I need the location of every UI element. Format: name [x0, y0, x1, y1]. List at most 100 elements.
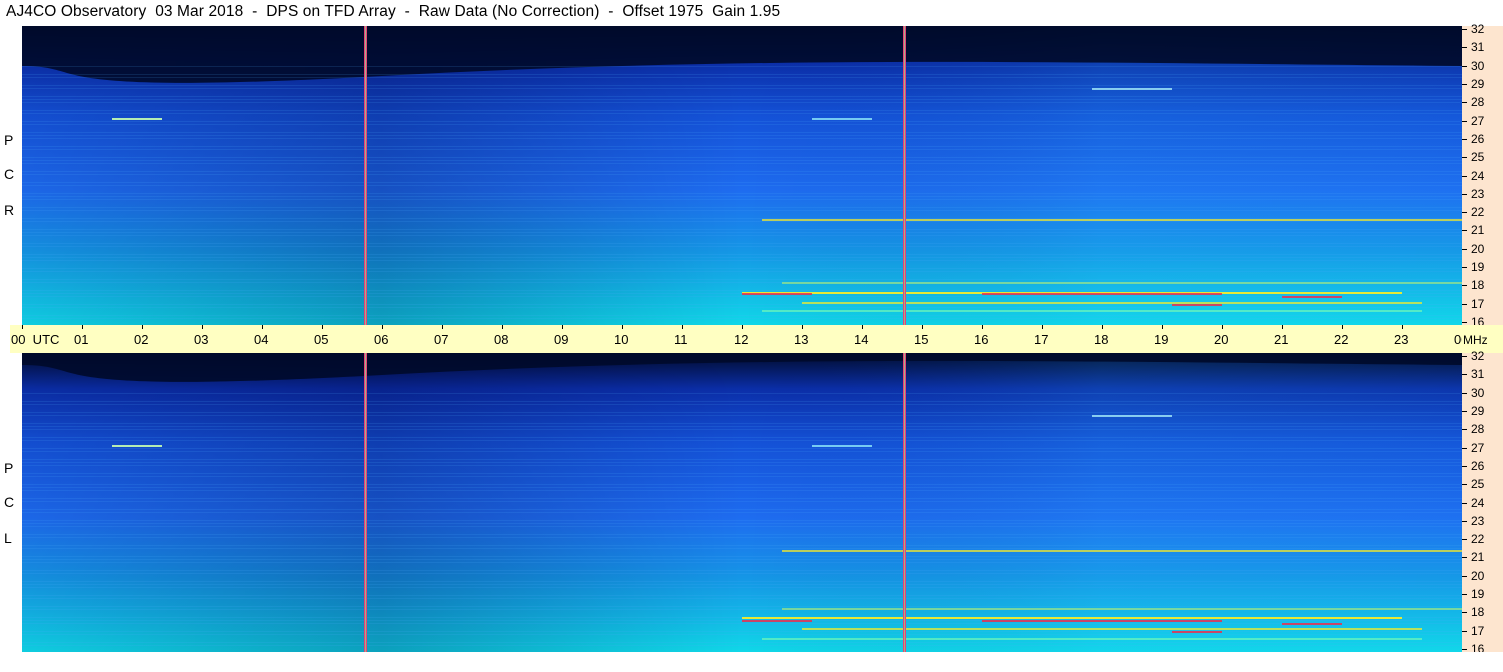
utc-tick	[1402, 325, 1403, 329]
mhz-tick	[1462, 65, 1467, 67]
utc-tick	[682, 325, 683, 329]
spectral-line	[22, 437, 1462, 438]
interference-strip	[1092, 88, 1172, 90]
mhz-tick	[1462, 29, 1467, 30]
spectral-line	[22, 268, 1462, 269]
mhz-tick	[1462, 83, 1467, 85]
spectral-line	[22, 185, 1462, 186]
spectral-line	[22, 548, 1462, 549]
spectral-line	[22, 157, 1462, 158]
utc-tick	[562, 325, 563, 329]
mhz-tick-label: 26	[1471, 458, 1485, 473]
interference-strip	[802, 302, 1422, 304]
spectral-line	[22, 74, 1462, 75]
spectral-line	[22, 534, 1462, 535]
interference-strip	[782, 608, 1462, 610]
mhz-tick-label: 25	[1471, 150, 1485, 165]
burst-feature	[112, 118, 162, 120]
mhz-tick	[1462, 157, 1467, 159]
interference-strip	[762, 638, 1422, 640]
utc-tick	[202, 325, 203, 329]
spectral-line	[22, 149, 1462, 150]
mhz-tick-label: 26	[1471, 131, 1485, 146]
spectral-line	[22, 290, 1462, 291]
polarization-letter: C	[4, 494, 15, 510]
polarization-letter: P	[4, 460, 14, 476]
spectral-line	[22, 404, 1462, 405]
utc-tick	[82, 325, 83, 329]
spectral-line	[22, 465, 1462, 466]
spectral-line	[22, 246, 1462, 247]
polarization-letter: P	[4, 132, 14, 148]
spectral-line	[22, 221, 1462, 222]
spectral-line	[22, 415, 1462, 416]
mhz-tick	[1462, 102, 1467, 104]
spectral-line	[22, 218, 1462, 219]
utc-tick	[1222, 325, 1223, 329]
mhz-tick	[1462, 138, 1467, 140]
mhz-tick-label: 23	[1471, 186, 1485, 201]
utc-hour-label: 10	[614, 332, 629, 347]
utc-tick	[622, 325, 623, 329]
mhz-tick-label: 31	[1471, 40, 1485, 55]
lcp-label-gutter: P C L	[0, 353, 22, 652]
mhz-tick	[1462, 193, 1467, 195]
utc-tick	[22, 325, 23, 329]
spectral-line	[22, 88, 1462, 89]
mhz-tick-label: 19	[1471, 260, 1485, 275]
utc-hour-label: 09	[554, 332, 569, 347]
mhz-tick	[1462, 374, 1467, 376]
spectral-line	[22, 229, 1462, 230]
spectral-line	[22, 257, 1462, 258]
spectral-line	[22, 138, 1462, 139]
mhz-tick-label: 21	[1471, 223, 1485, 238]
spectral-line	[22, 254, 1462, 255]
burst-feature	[812, 445, 872, 447]
hot-segment	[1282, 296, 1342, 298]
spectral-line	[22, 174, 1462, 175]
lcp-spectrogram[interactable]	[22, 353, 1462, 652]
mhz-tick-label: 24	[1471, 168, 1485, 183]
spectral-line	[22, 199, 1462, 200]
marker-line-core	[365, 353, 366, 652]
rcp-spectrogram[interactable]	[22, 26, 1462, 325]
hot-segment	[1282, 623, 1342, 625]
spectral-line	[22, 163, 1462, 164]
marker-line-core	[904, 353, 905, 652]
spectral-line	[22, 498, 1462, 499]
spectral-line	[22, 171, 1462, 172]
utc-tick	[382, 325, 383, 329]
burst-feature	[812, 118, 872, 120]
mhz-tick-label: 18	[1471, 278, 1485, 293]
spectral-line	[22, 559, 1462, 560]
lcp-spectrogram-canvas	[22, 353, 1462, 652]
spectral-line	[22, 207, 1462, 208]
mhz-tick	[1462, 248, 1467, 250]
marker-line-core	[904, 26, 905, 325]
mhz-tick	[1462, 285, 1467, 287]
mhz-tick	[1462, 465, 1467, 467]
mhz-tick-label: 18	[1471, 605, 1485, 620]
mhz-tick	[1462, 322, 1467, 323]
rcp-frequency-axis: 32 31 30 29 28 27 26 25 24 23 22 21 20 19 18 17 16	[1462, 23, 1503, 328]
utc-hour-label: 03	[194, 332, 209, 347]
spectral-line	[22, 296, 1462, 297]
mhz-tick	[1462, 557, 1467, 559]
spectral-line	[22, 121, 1462, 122]
utc-hour-label: 21	[1274, 332, 1289, 347]
utc-label: 00 UTC	[11, 332, 60, 347]
mhz-tick	[1462, 175, 1467, 177]
mhz-tick	[1462, 484, 1467, 486]
spectral-line	[22, 573, 1462, 574]
utc-hour-label: 17	[1034, 332, 1049, 347]
utc-hour-label: 08	[494, 332, 509, 347]
spectral-line	[22, 135, 1462, 136]
spectral-line	[22, 315, 1462, 316]
mhz-tick-label: 21	[1471, 550, 1485, 565]
spectral-line	[22, 523, 1462, 524]
window-title: AJ4CO Observatory 03 Mar 2018 - DPS on T…	[6, 3, 781, 20]
utc-hour-label: 06	[374, 332, 389, 347]
spectral-line	[22, 545, 1462, 546]
spectral-line	[22, 318, 1462, 319]
spectral-line	[22, 307, 1462, 308]
